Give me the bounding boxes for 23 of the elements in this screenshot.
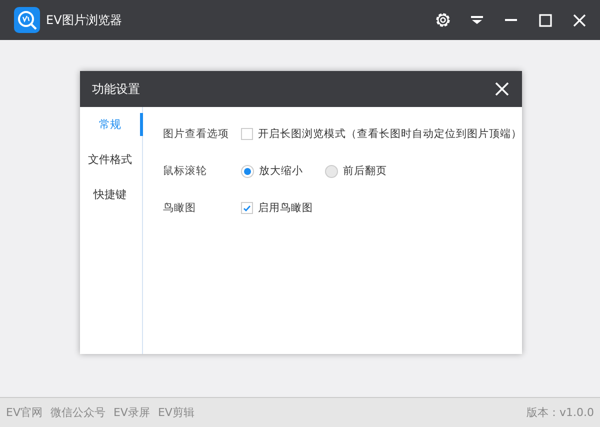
setting-label: 鼠标滚轮 <box>163 164 208 178</box>
app-logo-icon <box>14 7 40 33</box>
window-title: EV图片浏览器 <box>46 12 123 28</box>
radio-button[interactable] <box>241 164 254 178</box>
checkbox[interactable] <box>241 202 253 214</box>
footer-link[interactable]: EV官网 <box>6 405 42 420</box>
sidebar-tab[interactable]: 文件格式 <box>80 148 143 171</box>
sidebar-tab[interactable]: 常规 <box>80 113 143 136</box>
checkbox-label: 启用鸟瞰图 <box>258 201 313 215</box>
setting-label: 鸟瞰图 <box>163 201 197 215</box>
checkbox[interactable] <box>241 128 253 140</box>
sidebar-tab[interactable]: 快捷键 <box>80 183 143 206</box>
close-icon[interactable] <box>494 81 510 97</box>
checkbox-label: 开启长图浏览模式（查看长图时自动定位到图片顶端） <box>258 127 522 141</box>
radio-label: 放大缩小 <box>259 164 303 178</box>
footer-link[interactable]: EV录屏 <box>113 405 150 420</box>
dialog-title: 功能设置 <box>92 80 140 98</box>
version-label: 版本：v1.0.0 <box>526 405 594 420</box>
radio-label: 前后翻页 <box>343 164 387 178</box>
footer-link[interactable]: EV剪辑 <box>158 405 194 420</box>
setting-label: 图片查看选项 <box>163 127 230 141</box>
radio-button[interactable] <box>325 164 338 178</box>
footer-link[interactable]: 微信公众号 <box>50 405 106 420</box>
